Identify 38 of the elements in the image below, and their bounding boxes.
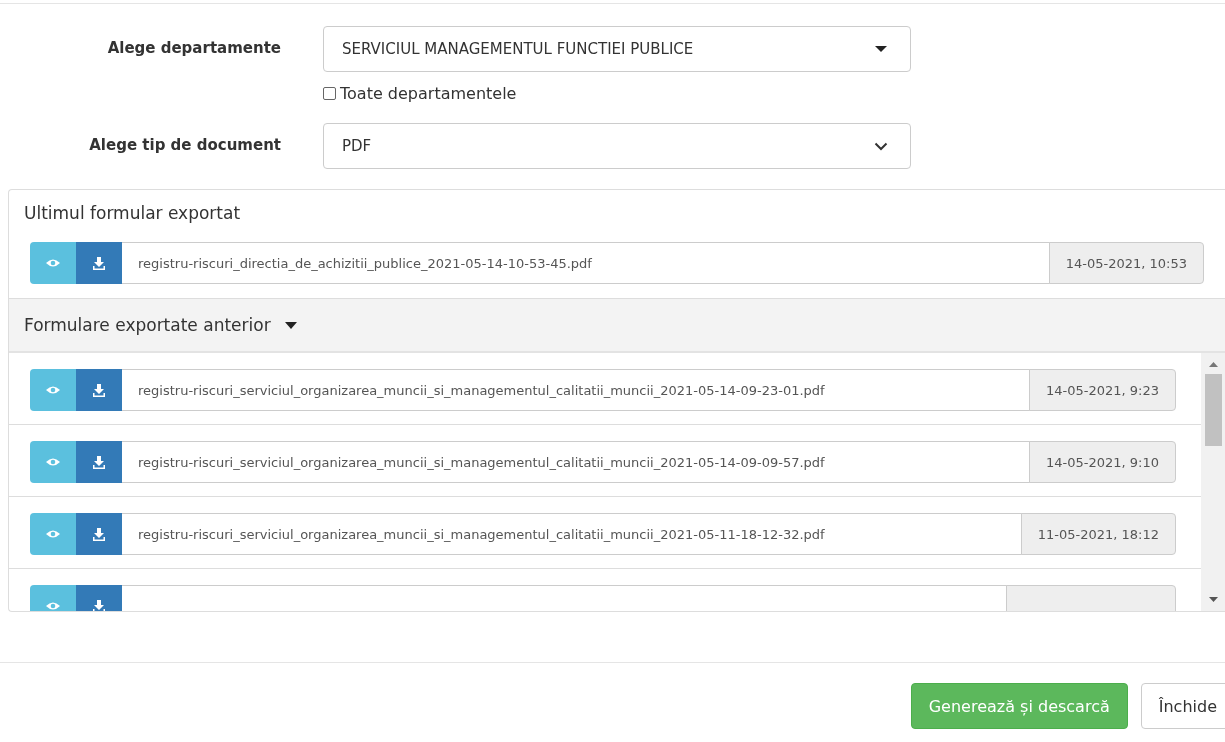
section-header[interactable]: Formulare exportate anterior: [9, 299, 1225, 353]
download-button[interactable]: [76, 513, 122, 555]
field-label: Alege tip de document: [88, 136, 281, 154]
scrollbar-thumb[interactable]: [1204, 374, 1222, 446]
file-name-field: registru-riscuri_serviciul_organizarea_muncii_si_managementul_calitatii_muncii_2021-05-14-09-23-01.pdf: [122, 369, 1030, 411]
dropdown-field[interactable]: SERVICIUL MANAGEMENTUL FUNCTIEI PUBLICE: [323, 26, 911, 72]
file-name-field: registru-riscuri_serviciul_organizarea_muncii_si_managementul_calitatii_muncii_2021-05-11-18-12-32.pdf: [122, 513, 1022, 555]
close-button[interactable]: Închide: [1140, 683, 1225, 729]
download-icon: [93, 383, 105, 397]
eye-icon: [46, 258, 60, 268]
date-addon: 14-05-2021, 9:23: [1029, 369, 1176, 411]
dropdown-field[interactable]: PDF: [323, 123, 911, 169]
file-name-field: registru-riscuri_directia_de_achizitii_publice_2021-05-14-10-53-45.pdf: [122, 242, 1050, 284]
eye-icon: [46, 529, 60, 539]
download-button[interactable]: [76, 242, 122, 284]
download-icon: [93, 256, 105, 270]
caret-down-icon: [284, 321, 297, 329]
download-icon: [93, 527, 105, 541]
download-button[interactable]: [76, 369, 122, 411]
checkbox-label[interactable]: Toate departamentele: [340, 84, 517, 103]
date-addon: 11-05-2021, 18:12: [1020, 513, 1176, 555]
download-icon: [93, 599, 105, 611]
file-name-field: registru-riscuri_serviciul_organizarea_muncii_si_managementul_calitatii_muncii_2021-05-14-09-09-57.pdf: [122, 441, 1030, 483]
scrollbar[interactable]: [1201, 353, 1225, 611]
section-title: Ultimul formular exportat: [24, 203, 242, 223]
download-button[interactable]: [76, 441, 122, 483]
eye-icon: [46, 385, 60, 395]
chevron-down-icon: [874, 141, 888, 151]
download-icon: [93, 455, 105, 469]
eye-icon: [46, 601, 60, 611]
checkbox[interactable]: [323, 87, 336, 100]
field-label: Alege departamente: [106, 39, 281, 57]
scroll-up-icon: [1208, 362, 1218, 367]
scroll-down-icon: [1208, 597, 1218, 602]
date-addon: 14-05-2021, 9:10: [1029, 441, 1176, 483]
eye-icon: [46, 457, 60, 467]
caret-icon: [874, 45, 888, 53]
date-addon: 14-05-2021, 10:53: [1048, 242, 1204, 284]
